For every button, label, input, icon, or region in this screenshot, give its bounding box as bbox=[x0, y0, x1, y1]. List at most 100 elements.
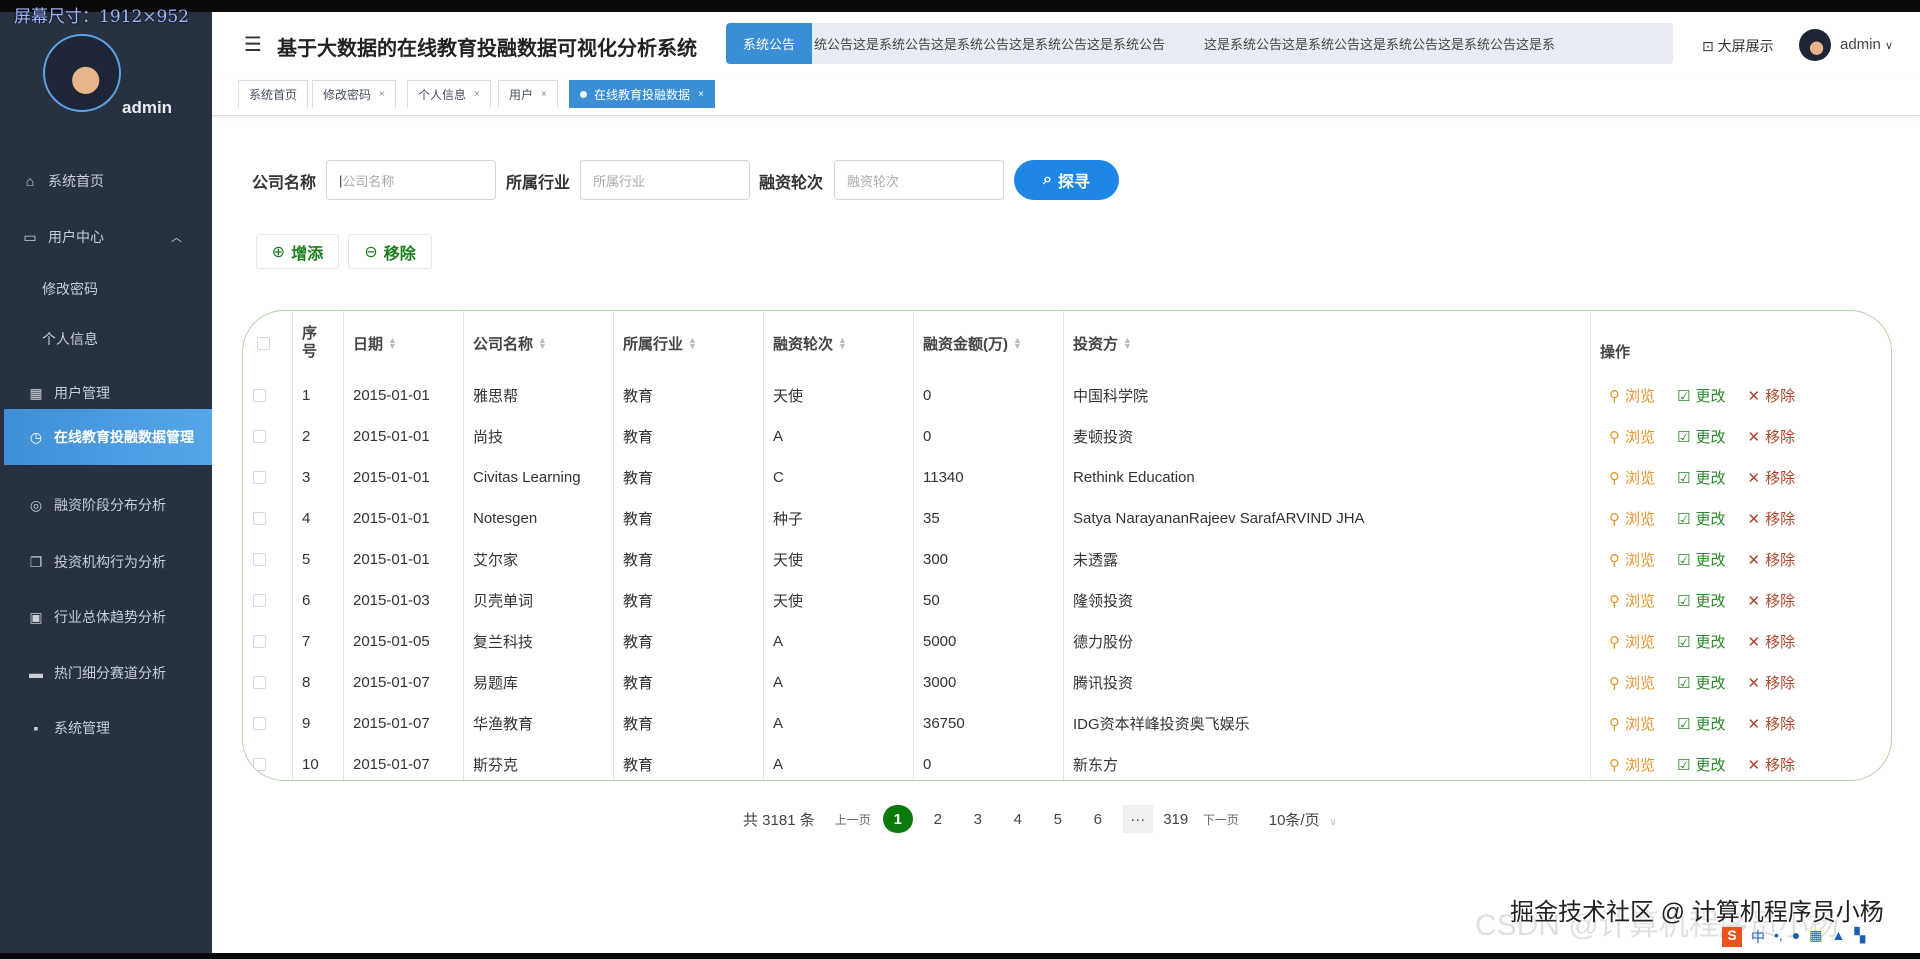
header-avatar[interactable] bbox=[1799, 29, 1831, 61]
tab-bar: 系统首页 修改密码× 个人信息× 用户× 在线教育投融数据× bbox=[212, 76, 1920, 116]
sidebar-item-hot-track-analysis[interactable]: ▬热门细分赛道分析 bbox=[0, 651, 212, 695]
edit-button[interactable]: ☑更改 bbox=[1677, 467, 1725, 488]
page-5[interactable]: 5 bbox=[1043, 805, 1073, 833]
menu-toggle-icon[interactable]: ☰ bbox=[244, 32, 262, 57]
row-checkbox[interactable] bbox=[253, 430, 266, 443]
edit-button[interactable]: ☑更改 bbox=[1677, 508, 1725, 529]
row-checkbox[interactable] bbox=[253, 635, 266, 648]
sort-icon[interactable]: ▲▼ bbox=[838, 337, 847, 349]
delete-button[interactable]: ✕移除 bbox=[1747, 426, 1795, 447]
sort-icon[interactable]: ▲▼ bbox=[388, 337, 397, 349]
delete-button[interactable]: ✕移除 bbox=[1747, 672, 1795, 693]
row-checkbox[interactable] bbox=[253, 389, 266, 402]
edit-button[interactable]: ☑更改 bbox=[1677, 631, 1725, 652]
page-2[interactable]: 2 bbox=[923, 805, 953, 833]
company-input[interactable]: |公司名称 bbox=[326, 160, 496, 200]
edit-button[interactable]: ☑更改 bbox=[1677, 426, 1725, 447]
page-last[interactable]: 319 bbox=[1161, 805, 1191, 833]
edit-button[interactable]: ☑更改 bbox=[1677, 385, 1725, 406]
sidebar-item-home[interactable]: ⌂系统首页 bbox=[0, 159, 212, 203]
view-button[interactable]: ⚲浏览 bbox=[1609, 590, 1655, 611]
row-checkbox[interactable] bbox=[253, 471, 266, 484]
sidebar-item-profile[interactable]: 个人信息 bbox=[0, 317, 212, 361]
column-header-industry[interactable]: 所属行业▲▼ bbox=[623, 311, 697, 375]
sort-icon[interactable]: ▲▼ bbox=[538, 337, 547, 349]
delete-button[interactable]: ✕移除 bbox=[1747, 590, 1795, 611]
delete-button[interactable]: ✕移除 bbox=[1747, 631, 1795, 652]
edit-button[interactable]: ☑更改 bbox=[1677, 590, 1725, 611]
cell-amount: 0 bbox=[923, 416, 931, 457]
add-button[interactable]: ⊕增添 bbox=[256, 234, 339, 269]
row-checkbox[interactable] bbox=[253, 594, 266, 607]
search-icon: ⚲ bbox=[1609, 387, 1620, 405]
view-button[interactable]: ⚲浏览 bbox=[1609, 754, 1655, 775]
page-4[interactable]: 4 bbox=[1003, 805, 1033, 833]
edit-button[interactable]: ☑更改 bbox=[1677, 549, 1725, 570]
row-checkbox[interactable] bbox=[253, 676, 266, 689]
prev-page-button[interactable]: 上一页 bbox=[835, 811, 871, 828]
cell-investor: 腾讯投资 bbox=[1073, 662, 1133, 703]
edit-button[interactable]: ☑更改 bbox=[1677, 713, 1725, 734]
tab-user[interactable]: 用户× bbox=[498, 80, 558, 108]
top-header: ☰ 基于大数据的在线教育投融数据可视化分析系统 系统公告 统公告这是系统公告这是… bbox=[212, 12, 1920, 76]
round-input[interactable]: 融资轮次 bbox=[834, 160, 1004, 200]
search-button[interactable]: ⌕探寻 bbox=[1014, 160, 1119, 200]
view-button[interactable]: ⚲浏览 bbox=[1609, 549, 1655, 570]
page-3[interactable]: 3 bbox=[963, 805, 993, 833]
sidebar-item-trend-analysis[interactable]: ▣行业总体趋势分析 bbox=[0, 595, 212, 639]
delete-button[interactable]: ✕移除 bbox=[1747, 508, 1795, 529]
page-6[interactable]: 6 bbox=[1083, 805, 1113, 833]
view-button[interactable]: ⚲浏览 bbox=[1609, 508, 1655, 529]
tab-home[interactable]: 系统首页 bbox=[238, 80, 308, 108]
close-icon[interactable]: × bbox=[541, 89, 547, 100]
delete-button[interactable]: ✕移除 bbox=[1747, 754, 1795, 775]
sidebar-item-stage-analysis[interactable]: ◎融资阶段分布分析 bbox=[0, 483, 212, 527]
column-header-round[interactable]: 融资轮次▲▼ bbox=[773, 311, 847, 375]
close-icon[interactable]: × bbox=[474, 89, 480, 100]
edit-button[interactable]: ☑更改 bbox=[1677, 672, 1725, 693]
view-button[interactable]: ⚲浏览 bbox=[1609, 672, 1655, 693]
sidebar-item-change-password[interactable]: 修改密码 bbox=[0, 267, 212, 311]
edit-button[interactable]: ☑更改 bbox=[1677, 754, 1725, 775]
column-header-date[interactable]: 日期▲▼ bbox=[353, 311, 397, 375]
sort-icon[interactable]: ▲▼ bbox=[688, 337, 697, 349]
industry-input[interactable]: 所属行业 bbox=[580, 160, 750, 200]
active-dot-icon bbox=[580, 91, 587, 98]
delete-button[interactable]: ✕移除 bbox=[1747, 713, 1795, 734]
delete-button[interactable]: ✕移除 bbox=[1747, 549, 1795, 570]
sidebar-item-user-center[interactable]: ▭用户中心︿ bbox=[0, 215, 212, 259]
view-button[interactable]: ⚲浏览 bbox=[1609, 385, 1655, 406]
page-1[interactable]: 1 bbox=[883, 805, 913, 833]
row-checkbox[interactable] bbox=[253, 512, 266, 525]
column-header-company[interactable]: 公司名称▲▼ bbox=[473, 311, 547, 375]
view-button[interactable]: ⚲浏览 bbox=[1609, 426, 1655, 447]
next-page-button[interactable]: 下一页 bbox=[1203, 811, 1239, 828]
sidebar-item-system-management[interactable]: ▪系统管理 bbox=[0, 706, 212, 750]
sort-icon[interactable]: ▲▼ bbox=[1013, 337, 1022, 349]
user-menu[interactable]: admin ∨ bbox=[1840, 36, 1893, 53]
checkbox[interactable] bbox=[257, 337, 270, 350]
delete-button[interactable]: ✕移除 bbox=[1747, 467, 1795, 488]
tab-edu-finance-data[interactable]: 在线教育投融数据× bbox=[569, 80, 715, 108]
close-icon[interactable]: × bbox=[379, 89, 385, 100]
column-header-investor[interactable]: 投资方▲▼ bbox=[1073, 311, 1132, 375]
bulk-remove-button[interactable]: ⊖移除 bbox=[348, 234, 432, 269]
sidebar-item-investor-analysis[interactable]: ❐投资机构行为分析 bbox=[0, 540, 212, 584]
sort-icon[interactable]: ▲▼ bbox=[1123, 337, 1132, 349]
row-checkbox[interactable] bbox=[253, 553, 266, 566]
page-size-select[interactable]: 10条/页∨ bbox=[1269, 809, 1337, 830]
tab-change-password[interactable]: 修改密码× bbox=[312, 80, 396, 108]
view-button[interactable]: ⚲浏览 bbox=[1609, 631, 1655, 652]
column-header-amount[interactable]: 融资金额(万)▲▼ bbox=[923, 311, 1022, 375]
view-button[interactable]: ⚲浏览 bbox=[1609, 467, 1655, 488]
row-checkbox[interactable] bbox=[253, 758, 266, 771]
header-select-all[interactable] bbox=[257, 311, 270, 375]
close-icon[interactable]: × bbox=[698, 89, 704, 100]
view-button[interactable]: ⚲浏览 bbox=[1609, 713, 1655, 734]
pagination-ellipsis[interactable]: ··· bbox=[1123, 805, 1153, 833]
tab-profile[interactable]: 个人信息× bbox=[407, 80, 491, 108]
row-checkbox[interactable] bbox=[253, 717, 266, 730]
big-screen-link[interactable]: ⊡ 大屏展示 bbox=[1702, 36, 1774, 56]
delete-button[interactable]: ✕移除 bbox=[1747, 385, 1795, 406]
sidebar-item-edu-finance-data[interactable]: ◷在线教育投融数据管理 bbox=[4, 409, 212, 465]
